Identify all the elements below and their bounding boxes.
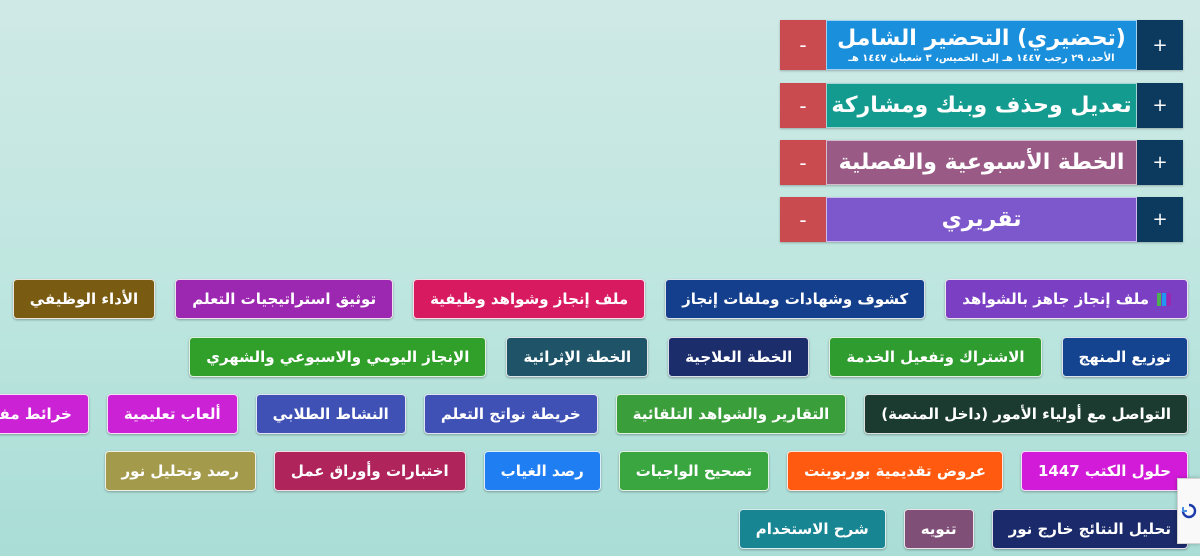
results-analysis-button[interactable]: تحليل النتائج خارج نور	[991, 509, 1188, 549]
job-performance-button[interactable]: الأداء الوظيفي	[12, 279, 156, 319]
book-solutions-button[interactable]: حلول الكتب 1447	[1020, 451, 1188, 491]
strategies-documentation-button[interactable]: توثيق استراتيجيات التعلم	[175, 279, 394, 319]
recaptcha-icon	[1181, 503, 1197, 519]
learning-outcomes-map-button[interactable]: خريطة نواتج التعلم	[423, 394, 598, 434]
concept-maps-button[interactable]: خرائط مفاهيم	[0, 394, 89, 434]
reports-certificates-button[interactable]: كشوف وشهادات وملفات إنجاز	[665, 279, 926, 319]
curriculum-distribution-button[interactable]: توزيع المنهج	[1061, 337, 1188, 377]
accordion-header[interactable]: (تحضيري) التحضير الشامل الأحد، ٢٩ رجب ١٤…	[826, 20, 1137, 70]
accordion-row-weekly-plan: + الخطة الأسبوعية والفصلية -	[780, 140, 1183, 185]
accordion-title: تقريري	[941, 207, 1022, 232]
attendance-button[interactable]: رصد الغياب	[483, 451, 601, 491]
accordion-title: الخطة الأسبوعية والفصلية	[838, 150, 1125, 175]
educational-games-button[interactable]: ألعاب تعليمية	[106, 394, 238, 434]
job-evidence-button[interactable]: ملف إنجاز وشواهد وظيفية	[413, 279, 646, 319]
student-activity-button[interactable]: النشاط الطلابي	[255, 394, 406, 434]
accordion-row-my-report: + تقريري -	[780, 197, 1183, 242]
powerpoint-presentations-button[interactable]: عروض تقديمية بوربوينت	[787, 451, 1003, 491]
books-icon	[1157, 292, 1171, 306]
expand-button[interactable]: +	[1137, 140, 1183, 185]
recaptcha-badge[interactable]	[1177, 478, 1200, 544]
noor-analysis-button[interactable]: رصد وتحليل نور	[104, 451, 256, 491]
button-row-4: حلول الكتب 1447 عروض تقديمية بوربوينت تص…	[0, 451, 1188, 491]
remedial-plan-button[interactable]: الخطة العلاجية	[668, 337, 810, 377]
expand-button[interactable]: +	[1137, 20, 1183, 70]
collapse-button[interactable]: -	[780, 197, 826, 242]
accordion-header[interactable]: الخطة الأسبوعية والفصلية	[826, 140, 1137, 185]
accordion-title: (تحضيري) التحضير الشامل	[837, 26, 1126, 51]
accordion-title: تعديل وحذف وبنك ومشاركة	[831, 93, 1132, 118]
homework-grading-button[interactable]: تصحيح الواجبات	[618, 451, 770, 491]
notice-button[interactable]: تنويه	[903, 509, 974, 549]
subscription-button[interactable]: الاشتراك وتفعيل الخدمة	[829, 337, 1042, 377]
button-row-5: تحليل النتائج خارج نور تنويه شرح الاستخد…	[0, 509, 1188, 549]
collapse-button[interactable]: -	[780, 83, 826, 128]
collapse-button[interactable]: -	[780, 140, 826, 185]
daily-achievement-button[interactable]: الإنجاز اليومي والاسبوعي والشهري	[189, 337, 487, 377]
expand-button[interactable]: +	[1137, 197, 1183, 242]
button-label: ملف إنجاز جاهز بالشواهد	[962, 290, 1149, 308]
collapse-button[interactable]: -	[780, 20, 826, 70]
enrichment-plan-button[interactable]: الخطة الإثرائية	[506, 337, 649, 377]
button-row-3: التواصل مع أولياء الأمور (داخل المنصة) ا…	[0, 394, 1188, 434]
accordion-row-comprehensive-prep: + (تحضيري) التحضير الشامل الأحد، ٢٩ رجب …	[780, 20, 1183, 70]
usage-guide-button[interactable]: شرح الاستخدام	[738, 509, 886, 549]
expand-button[interactable]: +	[1137, 83, 1183, 128]
achievement-file-button[interactable]: ملف إنجاز جاهز بالشواهد	[945, 279, 1188, 319]
button-row-1: ملف إنجاز جاهز بالشواهد كشوف وشهادات ومل…	[0, 279, 1188, 319]
accordion-header[interactable]: تقريري	[826, 197, 1137, 242]
accordion-header[interactable]: تعديل وحذف وبنك ومشاركة	[826, 83, 1137, 128]
tests-worksheets-button[interactable]: اختبارات وأوراق عمل	[273, 451, 466, 491]
parent-communication-button[interactable]: التواصل مع أولياء الأمور (داخل المنصة)	[864, 394, 1188, 434]
accordion-row-edit-delete: + تعديل وحذف وبنك ومشاركة -	[780, 83, 1183, 128]
button-row-2: توزيع المنهج الاشتراك وتفعيل الخدمة الخط…	[0, 337, 1188, 377]
accordion-date-range: الأحد، ٢٩ رجب ١٤٤٧ هـ إلى الخميس، ٣ شعبا…	[848, 53, 1115, 64]
auto-reports-button[interactable]: التقارير والشواهد التلقائية	[615, 394, 847, 434]
